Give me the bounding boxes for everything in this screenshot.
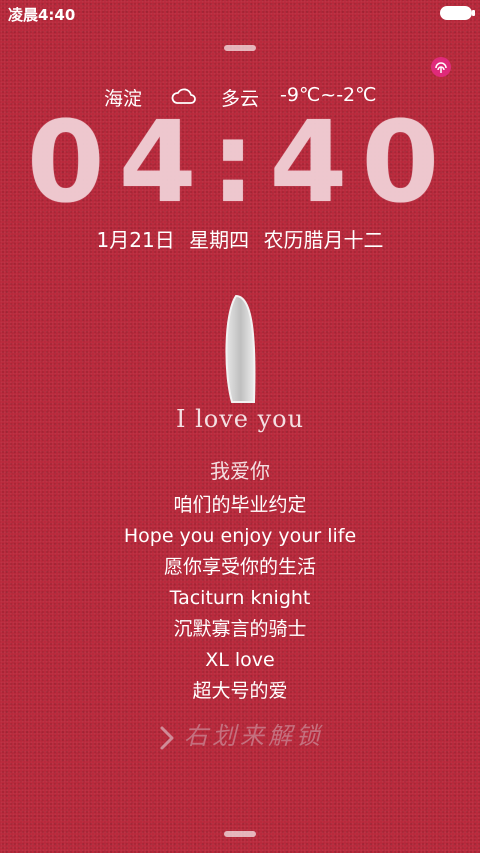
love-caption: I love you [175,405,305,433]
date-row: 1月21日 星期四 农历腊月十二 [0,224,480,253]
message-line: XL love [205,649,275,671]
message-lines: 我爱你 咱们的毕业约定 Hope you enjoy your life 愿你享… [0,456,480,707]
date-weekday: 星期四 [189,228,250,252]
bottom-drag-handle[interactable] [224,831,256,837]
status-time: 凌晨4:40 [8,6,76,24]
message-line: 愿你享受你的生活 [163,556,316,578]
lock-clock: 04:40 [26,98,454,228]
message-line: 我爱你 [210,459,270,483]
message-line: Hope you enjoy your life [123,525,357,547]
battery-full-icon [440,6,475,20]
message-line: 咱们的毕业约定 [173,494,307,516]
top-drag-handle[interactable] [224,45,256,51]
message-line: 沉默寡言的骑士 [173,618,307,640]
unlock-label: 右划来解锁 [184,722,324,750]
date-month-day: 1月21日 [96,228,175,252]
fingerprint-icon[interactable] [430,56,452,78]
date-lunar: 农历腊月十二 [263,228,384,252]
message-line: Taciturn knight [169,587,311,609]
status-bar: 凌晨4:40 [0,0,480,26]
love-sticker-icon [225,294,256,403]
message-line: 超大号的爱 [192,680,288,702]
chevron-right-icon [160,726,174,749]
swipe-to-unlock[interactable]: 右划来解锁 [0,716,480,752]
